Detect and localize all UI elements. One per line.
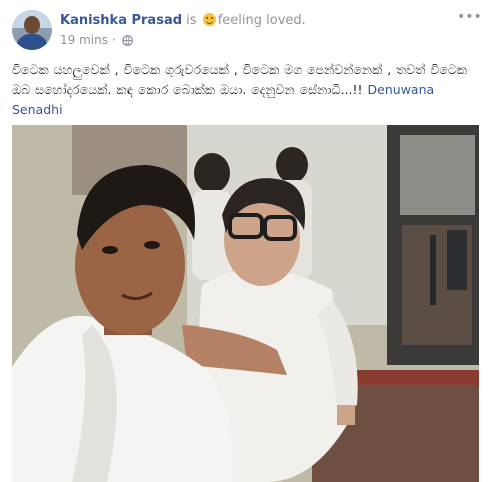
post-photo[interactable]	[12, 125, 479, 482]
feeling-label[interactable]: feeling loved.	[218, 13, 306, 28]
feeling-connector: is	[186, 13, 197, 28]
post-timestamp[interactable]: 19 mins	[60, 33, 108, 47]
post-title-line: Kanishka Prasad is feeling loved.	[60, 12, 306, 30]
post-header: Kanishka Prasad is feeling loved. 19 min…	[12, 8, 482, 52]
author-name[interactable]: Kanishka Prasad	[60, 13, 182, 28]
more-options-icon[interactable]: •••	[457, 10, 482, 26]
post-meta: 19 mins ·	[60, 32, 134, 48]
author-avatar[interactable]	[12, 10, 52, 50]
selfie-photo	[12, 125, 479, 482]
emoji-loved-icon	[202, 13, 216, 26]
post-text: විටෙක යහලුවෙක් , විටෙක ගුරුවරයෙක් , විටෙ…	[12, 60, 482, 120]
meta-separator: ·	[111, 33, 116, 47]
feed-post: Kanishka Prasad is feeling loved. 19 min…	[0, 0, 489, 482]
globe-icon[interactable]	[122, 35, 134, 46]
